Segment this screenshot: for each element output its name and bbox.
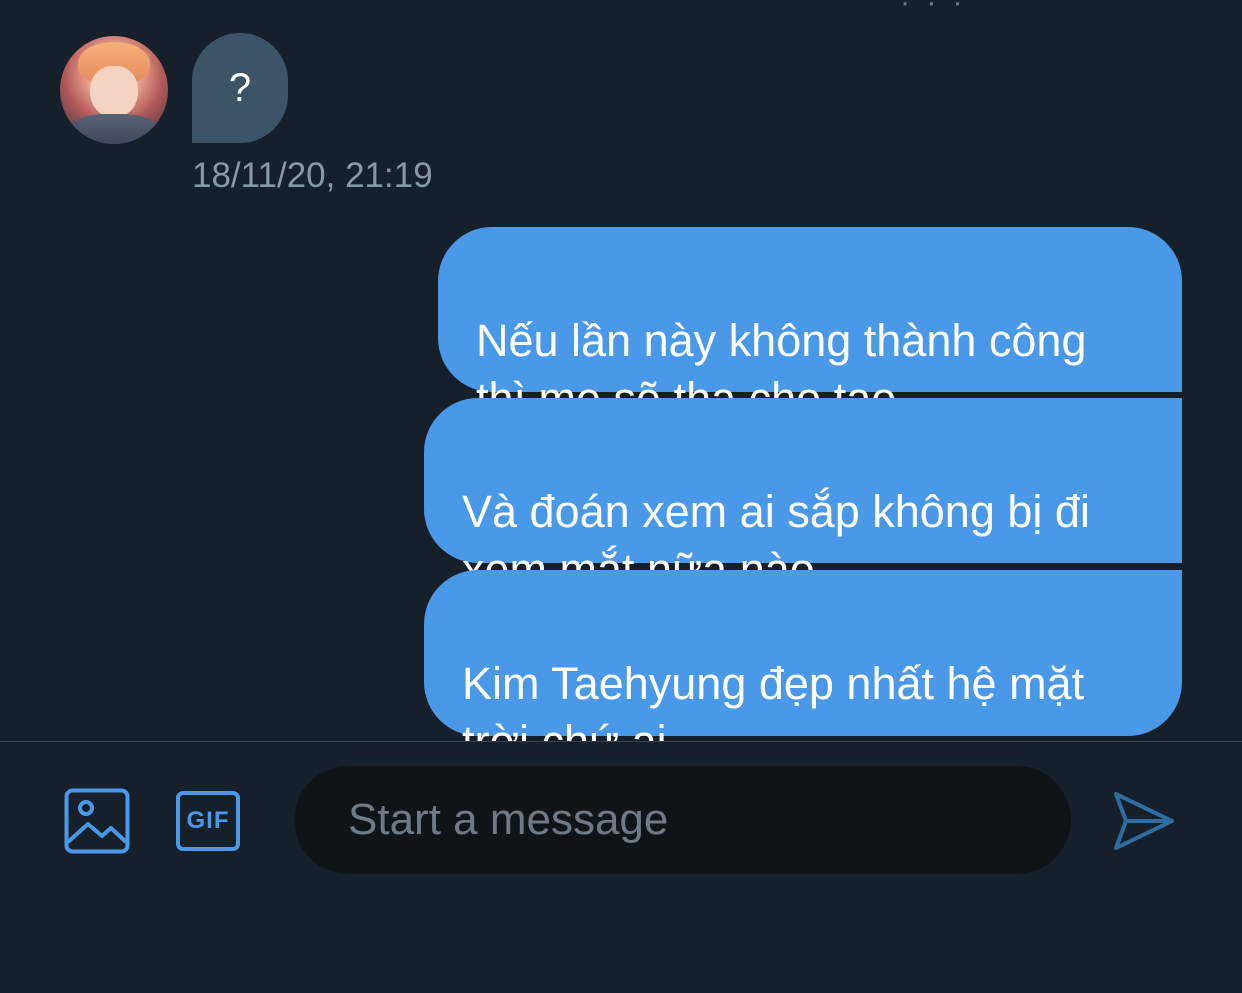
send-icon (1114, 792, 1174, 850)
received-message-bubble[interactable]: ? (192, 33, 288, 143)
gif-label: GIF (186, 807, 230, 834)
avatar-coat (66, 114, 162, 144)
message-composer: GIF (0, 741, 1242, 898)
message-timestamp: 18/11/20, 21:19 (192, 156, 433, 195)
avatar[interactable] (60, 36, 168, 144)
sent-message-bubble[interactable]: Nếu lần này không thành công thì mẹ sẽ t… (438, 227, 1182, 424)
image-icon (64, 788, 130, 854)
gif-button[interactable]: GIF (173, 788, 243, 854)
sent-message-bubble[interactable]: Kim Taehyung đẹp nhất hệ mặt trời chứ ai (424, 570, 1182, 827)
add-media-button[interactable] (64, 788, 130, 854)
sent-message-bubble[interactable]: Và đoán xem ai sắp không bị đi xem mắt n… (424, 398, 1182, 595)
send-button[interactable] (1108, 788, 1178, 854)
avatar-face (90, 66, 138, 118)
message-input[interactable] (294, 766, 1071, 874)
gif-icon: GIF (176, 791, 240, 851)
clipped-top-indicator: · · · (900, 0, 967, 19)
received-message-text: ? (228, 65, 252, 110)
